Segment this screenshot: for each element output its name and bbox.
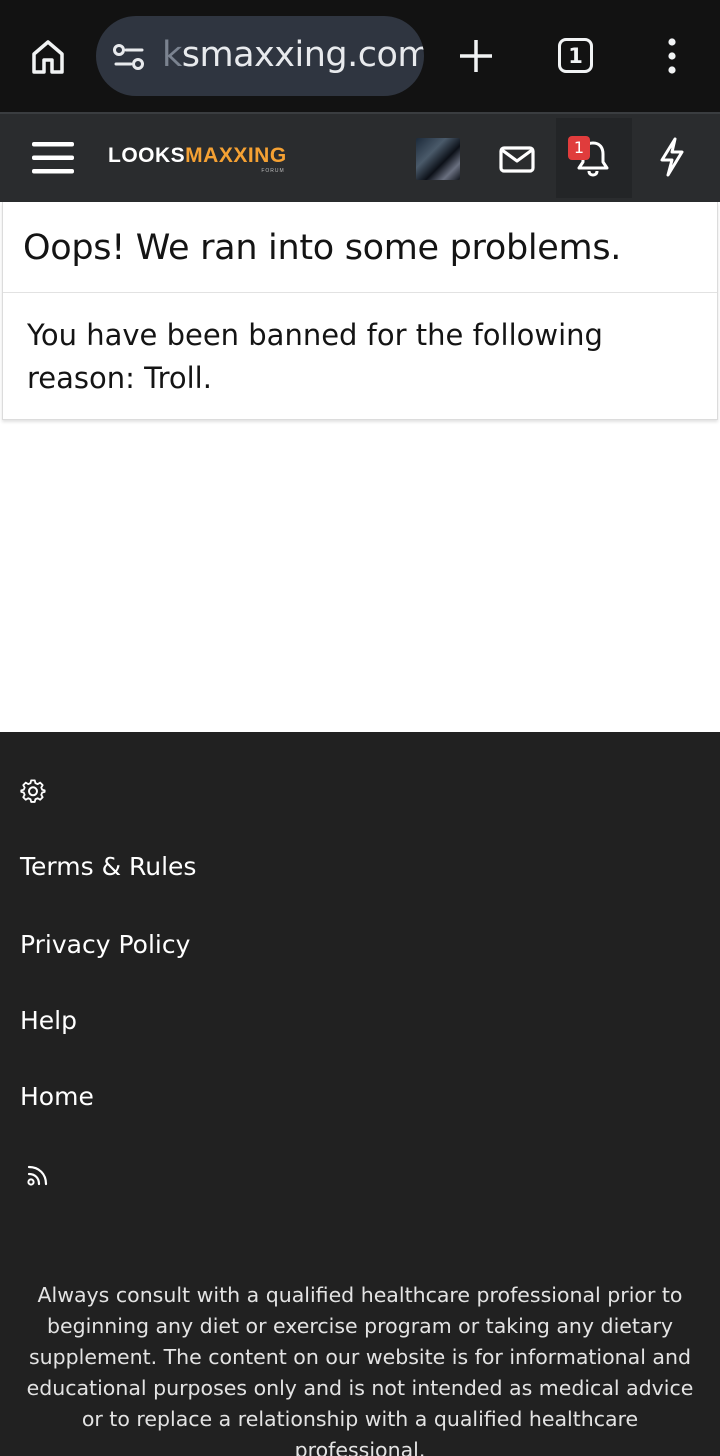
url-text: ksmaxxing.com bbox=[162, 35, 424, 75]
error-divider bbox=[3, 292, 717, 293]
home-icon[interactable] bbox=[28, 36, 68, 76]
notification-badge: 1 bbox=[568, 136, 590, 160]
url-faded-prefix: k bbox=[162, 35, 182, 75]
browser-toolbar: ksmaxxing.com 1 bbox=[0, 0, 720, 112]
site-logo[interactable]: LOOKSMAXXING FORUM bbox=[108, 144, 287, 174]
footer-link-home[interactable]: Home bbox=[20, 1082, 94, 1111]
footer-link-privacy[interactable]: Privacy Policy bbox=[20, 930, 190, 959]
tab-switcher-icon[interactable]: 1 bbox=[556, 36, 596, 76]
logo-maxxing: MAXXING bbox=[185, 144, 287, 167]
rss-icon[interactable] bbox=[26, 1163, 50, 1187]
error-block: Oops! We ran into some problems. You hav… bbox=[2, 202, 718, 420]
avatar[interactable] bbox=[416, 138, 460, 180]
main-content: Oops! We ran into some problems. You hav… bbox=[0, 202, 720, 732]
error-title: Oops! We ran into some problems. bbox=[23, 228, 622, 268]
menu-icon[interactable] bbox=[32, 140, 74, 176]
error-message: You have been banned for the following r… bbox=[27, 318, 603, 395]
bolt-icon[interactable] bbox=[654, 136, 690, 178]
medical-disclaimer: Always consult with a qualified healthca… bbox=[26, 1283, 694, 1456]
new-tab-icon[interactable] bbox=[456, 36, 496, 76]
tab-count: 1 bbox=[558, 38, 593, 73]
address-bar[interactable]: ksmaxxing.com bbox=[96, 16, 424, 96]
notifications-button[interactable]: 1 bbox=[556, 118, 632, 198]
gear-icon[interactable] bbox=[20, 779, 46, 805]
more-menu-icon[interactable] bbox=[652, 36, 692, 76]
logo-forum: FORUM bbox=[261, 168, 285, 174]
footer-link-help[interactable]: Help bbox=[20, 1006, 77, 1035]
footer-link-terms[interactable]: Terms & Rules bbox=[20, 852, 196, 881]
mail-icon[interactable] bbox=[498, 140, 536, 178]
url-domain: smaxxing.com bbox=[181, 35, 424, 75]
logo-looks: LOOKS bbox=[108, 144, 186, 167]
site-settings-icon[interactable] bbox=[112, 42, 146, 72]
site-footer: Terms & Rules Privacy Policy Help Home A… bbox=[0, 732, 720, 1456]
site-header: LOOKSMAXXING FORUM 1 bbox=[0, 112, 720, 202]
